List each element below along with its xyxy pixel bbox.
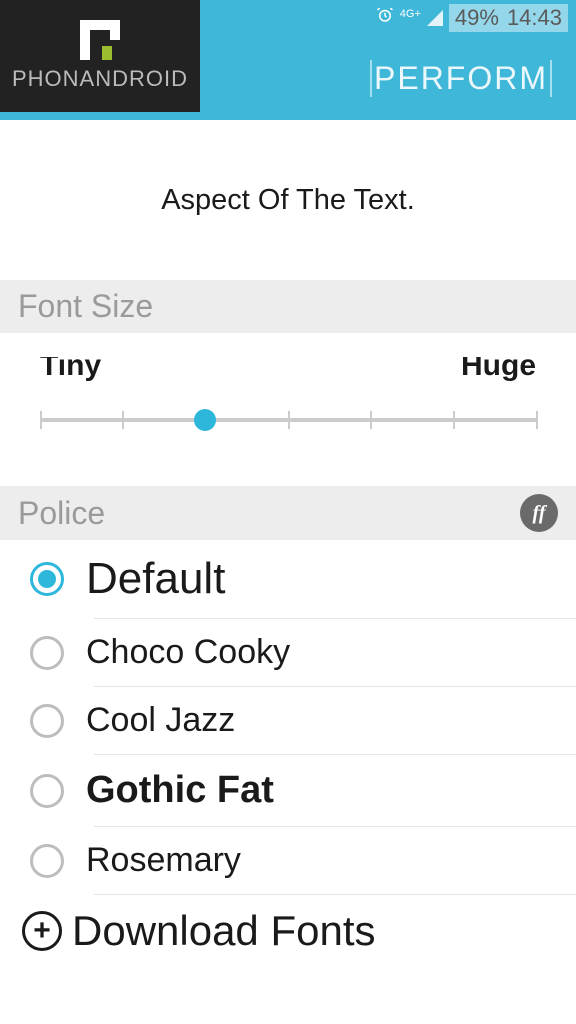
font-size-section: Font Size Tiny Huge — [0, 280, 576, 471]
font-flip-icon[interactable]: ff — [520, 494, 558, 532]
clock: 14:43 — [507, 5, 562, 31]
slider-min-label: Tiny — [40, 357, 101, 385]
radio-icon — [30, 636, 64, 670]
slider-labels: Tiny Huge — [40, 357, 536, 385]
font-option[interactable]: Choco Cooky — [0, 619, 576, 686]
font-option-label: Choco Cooky — [86, 633, 290, 672]
header-title: PERFORM — [370, 60, 552, 97]
brand-logo-text: PHONANDROID — [12, 66, 188, 92]
slider-tick — [536, 411, 538, 429]
signal-icon — [427, 10, 443, 26]
radio-icon — [30, 704, 64, 738]
font-size-title: Font Size — [18, 288, 153, 325]
battery-indicator: 49% 14:43 — [449, 4, 568, 32]
text-preview: Aspect Of The Text. — [0, 120, 576, 280]
font-option-label: Gothic Fat — [86, 769, 274, 812]
plus-icon: + — [22, 911, 62, 951]
font-size-slider-box: Tiny Huge — [0, 333, 576, 471]
font-option[interactable]: Cool Jazz — [0, 687, 576, 754]
font-family-title: Police — [18, 495, 105, 532]
font-option-label: Rosemary — [86, 841, 241, 880]
brand-logo: PHONANDROID — [0, 0, 200, 112]
font-size-slider[interactable] — [40, 407, 536, 431]
slider-tick — [453, 411, 455, 429]
font-option[interactable]: Gothic Fat — [0, 755, 576, 826]
download-fonts-label: Download Fonts — [72, 907, 376, 955]
radio-icon — [30, 774, 64, 808]
radio-icon — [30, 562, 64, 596]
preview-text: Aspect Of The Text. — [161, 184, 415, 217]
slider-thumb[interactable] — [194, 409, 216, 431]
font-size-header: Font Size — [0, 280, 576, 333]
font-family-header: Police ff — [0, 486, 576, 540]
font-list: Default Choco Cooky Cool Jazz Gothic Fat Ros… — [0, 540, 576, 969]
radio-icon — [30, 844, 64, 878]
font-option-label: Default — [86, 554, 225, 604]
slider-tick — [122, 411, 124, 429]
font-option[interactable]: Rosemary — [0, 827, 576, 894]
font-option[interactable]: Default — [0, 540, 576, 618]
slider-tick — [288, 411, 290, 429]
network-type: 4G+ — [400, 9, 421, 20]
battery-pct: 49% — [455, 5, 499, 31]
font-family-section: Police ff Default Choco Cooky Cool Jazz Got… — [0, 486, 576, 969]
slider-tick — [40, 411, 42, 429]
slider-tick — [370, 411, 372, 429]
alarm-icon — [376, 6, 394, 30]
brand-logo-icon — [80, 20, 120, 60]
slider-max-label: Huge — [461, 357, 536, 385]
status-icons: 4G+ 49% 14:43 — [376, 4, 568, 32]
font-option-label: Cool Jazz — [86, 701, 235, 740]
download-fonts[interactable]: +Download Fonts — [0, 895, 576, 969]
